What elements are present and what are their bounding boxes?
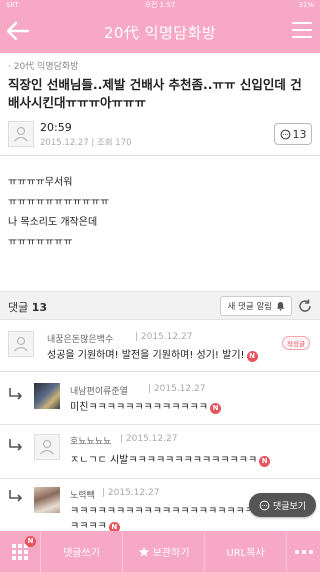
person-icon [40,439,54,455]
divider [0,478,320,479]
writer-badge: 작성글 [282,336,310,350]
divider [0,155,320,156]
comment-author: 내꿈은돈많은백수 [47,335,114,345]
reply-arrow-icon [9,439,22,451]
comment-count-button[interactable]: 13 [274,123,312,145]
comment-text: ㅈㄴㄱㄷ 시발ㅋㅋㅋㅋㅋㅋㅋㅋㅋㅋㅋㅋㅋㅋ N [70,453,271,468]
comments-count-label: 댓글 13 [8,301,48,314]
new-badge: N [246,351,258,362]
board-name[interactable]: · 20代 익명담화방 [0,53,320,72]
comment-date: | 2015.12.27 [135,332,193,342]
body-line: ㅠㅠㅠㅠㅠㅠㅠ [8,237,73,248]
new-badge: N [210,403,221,414]
person-icon [14,126,28,142]
comment-bubble-icon [259,500,270,510]
comment-author: 호뇨뇨뇨뇨 [70,437,112,447]
new-badge: N [25,536,36,547]
comments-bar: 댓글 13 새 댓글 알림 [0,291,320,320]
comment-date: | 2015.12.27 [120,434,178,444]
comment-text: 성공을 기원하며! 발전을 기원하며! 성기! 발기! N [47,348,258,363]
comment-text: ㅋㅋㅋㅋㅋㅋㅋㅋㅋㅋㅋㅋㅋㅋㅋㅋㅋㅋㅋㅋ ㅋㅋㅋㅋ N [70,506,254,533]
new-comment-alert-button[interactable]: 새 댓글 알림 [220,296,292,316]
view-comments-button[interactable]: 댓글보기 [249,493,316,517]
post-time: 20:59 [40,121,72,134]
grid-icon [12,543,28,560]
app-header: 20代 익명담화방 [0,10,320,53]
author-avatar [8,121,34,147]
bottom-toolbar: N 댓글쓰기 보관하기 URL복사 [0,531,320,572]
star-icon [138,546,149,557]
post-body: ㅠㅠㅠㅠ무서워 ㅠㅠㅠㅠㅠㅠㅠㅠㅠㅠㅠ 나 목소리도 개작은데 ㅠㅠㅠㅠㅠㅠㅠ [0,173,320,253]
commenter-avatar [34,434,60,460]
body-line: ㅠㅠㅠㅠ무서워 [8,177,73,188]
reply-item: 호뇨뇨뇨뇨 | 2015.12.27 ㅈㄴㄱㄷ 시발ㅋㅋㅋㅋㅋㅋㅋㅋㅋㅋㅋㅋㅋㅋ… [0,428,320,476]
comment-date: | 2015.12.27 [148,384,206,394]
comment-author: 내남편이류준열 [70,387,128,397]
divider [0,371,320,372]
reply-item: 내남편이류준열 | 2015.12.27 미친ㅋㅋㅋㅋㅋㅋㅋㅋㅋㅋㅋㅋㅋ N [0,375,320,423]
save-button[interactable]: 보관하기 [122,531,204,572]
comment-item: 내꿈은돈많은백수 | 2015.12.27 작성글 성공을 기원하며! 발전을 … [0,326,320,370]
reply-arrow-icon [9,490,22,502]
body-line: 나 목소리도 개작은데 [8,217,98,228]
comment-date: | 2015.12.27 [102,488,160,498]
post-title: 직장인 선배님들..제발 건배사 추천좀..ㅠㅠ 신입인데 건배사시킨대ㅠㅠㅠ아… [8,77,302,110]
refresh-icon[interactable] [297,298,313,314]
status-time: 오전 1:57 [144,1,176,9]
page-title: 20代 익명담화방 [103,24,217,42]
post-date-views: 2015.12.27 | 조회 170 [40,138,132,148]
status-bar: SKT 오전 1:57 31% [0,0,320,10]
post-header: · 20代 익명담화방 직장인 선배님들..제발 건배사 추천좀..ㅠㅠ 신입인… [0,53,320,154]
divider [0,424,320,425]
commenter-photo [34,487,60,513]
comment-bubble-icon [280,129,290,139]
commenter-photo [34,383,60,409]
bell-icon [276,301,285,311]
reply-arrow-icon [9,388,22,400]
new-badge: N [259,456,271,467]
commenter-avatar [8,331,34,357]
hamburger-menu-icon[interactable] [292,22,312,40]
post-meta: 20:59 2015.12.27 | 조회 170 13 [0,118,320,154]
copy-url-button[interactable]: URL복사 [204,531,286,572]
person-icon [14,336,28,352]
write-comment-button[interactable]: 댓글쓰기 [40,531,122,572]
comment-author: 노력빽 [70,491,95,501]
grid-menu-button[interactable]: N [0,531,40,572]
comment-text: 미친ㅋㅋㅋㅋㅋㅋㅋㅋㅋㅋㅋㅋㅋ N [70,400,221,415]
body-line: ㅠㅠㅠㅠㅠㅠㅠㅠㅠㅠㅠ [8,197,110,208]
more-dots-icon[interactable] [286,531,320,572]
